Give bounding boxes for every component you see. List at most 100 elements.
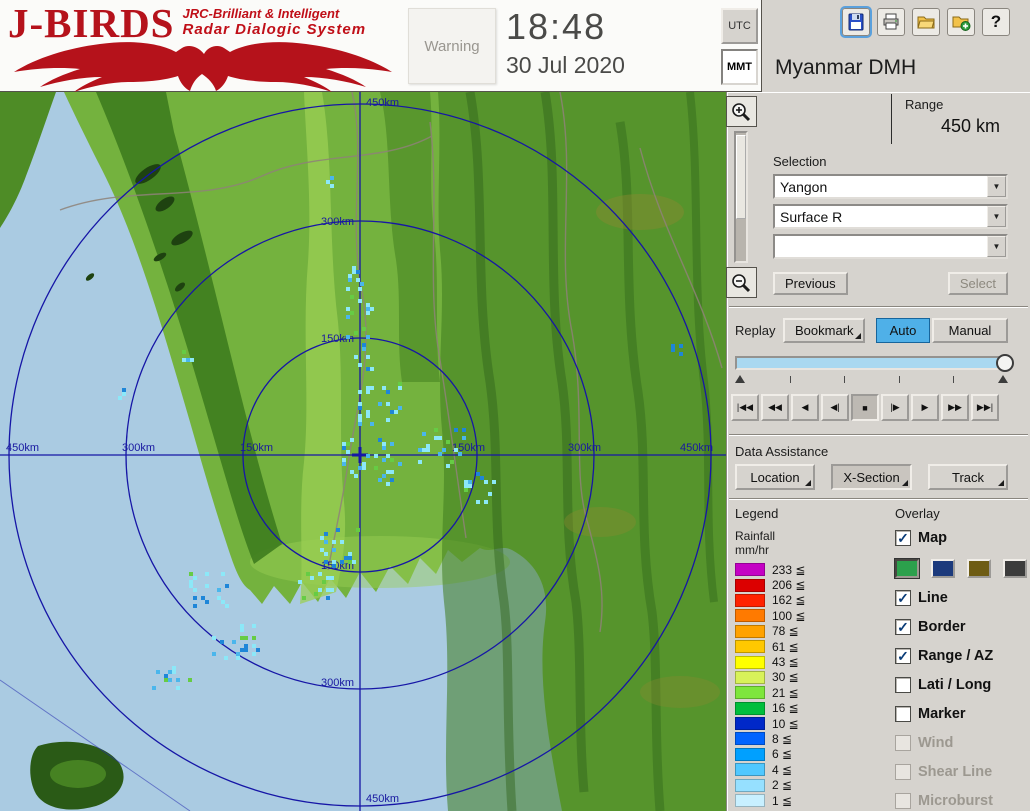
legend-title: Legend — [735, 506, 779, 521]
range-ring-label: 450km — [6, 442, 39, 454]
legend-row: 6 ≦ — [735, 747, 887, 762]
legend-color-swatch — [735, 609, 765, 623]
checkbox — [895, 764, 911, 780]
x-section-button[interactable]: X-Section — [831, 464, 912, 490]
import-image-button[interactable] — [947, 8, 975, 36]
overlay-label: Line — [918, 590, 948, 606]
clock-time: 18:48 — [506, 6, 607, 47]
warning-indicator[interactable]: Warning — [408, 8, 496, 84]
checkbox[interactable]: ✓ — [895, 648, 911, 664]
map-color-swatch-1[interactable] — [931, 558, 955, 578]
legend-row: 162 ≦ — [735, 593, 887, 608]
legend-value: 1 ≦ — [772, 793, 793, 808]
step-forward-button[interactable]: |▶ — [881, 394, 909, 421]
header: J-BIRDS JRC-Brilliant & Intelligent Rada… — [0, 0, 1030, 92]
overlay-label: Border — [918, 619, 966, 635]
overlay-item-border[interactable]: ✓ Border — [895, 616, 1028, 638]
map-color-swatch-0[interactable] — [894, 557, 920, 579]
legend-value: 10 ≦ — [772, 716, 799, 731]
separator — [729, 306, 1028, 308]
timeline-thumb[interactable] — [996, 354, 1014, 372]
legend-row: 100 ≦ — [735, 608, 887, 623]
separator — [729, 434, 1028, 436]
option-dropdown-button[interactable]: ▼ — [987, 236, 1006, 257]
save-button[interactable] — [840, 6, 872, 38]
utc-button[interactable]: UTC — [721, 8, 758, 44]
legend-row: 30 ≦ — [735, 670, 887, 685]
data-assistance-label: Data Assistance — [735, 444, 829, 459]
legend-value: 6 ≦ — [772, 747, 793, 762]
stop-button[interactable]: ■ — [851, 394, 879, 421]
legend-row: 206 ≦ — [735, 577, 887, 592]
overlay-item-range-az[interactable]: ✓ Range / AZ — [895, 645, 1028, 667]
logo-subtitle-line2: Radar Dialogic System — [182, 21, 367, 38]
mmt-button[interactable]: MMT — [721, 49, 758, 85]
replay-timeline-slider[interactable] — [735, 354, 1014, 372]
zoom-in-icon — [732, 102, 751, 121]
manual-mode-button[interactable]: Manual — [932, 318, 1008, 343]
map-color-swatch-3[interactable] — [1003, 558, 1027, 578]
checkbox[interactable]: ✓ — [895, 590, 911, 606]
play-button[interactable]: ▶ — [911, 394, 939, 421]
help-button[interactable]: ? — [982, 8, 1010, 36]
logo: J-BIRDS JRC-Brilliant & Intelligent Rada… — [8, 2, 400, 92]
legend-color-swatch — [735, 670, 765, 684]
product-dropdown[interactable]: Surface R ▼ — [773, 204, 1008, 229]
skip-to-start-button[interactable]: |◀◀ — [731, 394, 759, 421]
previous-button[interactable]: Previous — [773, 272, 848, 295]
checkbox[interactable]: ✓ — [895, 530, 911, 546]
checkbox[interactable]: ✓ — [895, 619, 911, 635]
zoom-in-button[interactable] — [725, 96, 757, 127]
product-dropdown-button[interactable]: ▼ — [987, 206, 1006, 227]
menu-corner-icon — [855, 333, 861, 339]
legend-unit-line2: mm/hr — [735, 543, 769, 557]
menu-corner-icon — [998, 480, 1004, 486]
print-icon — [883, 13, 899, 30]
step-back-button[interactable]: ◀| — [821, 394, 849, 421]
range-ring-label: 300km — [321, 677, 354, 689]
legend-value: 8 ≦ — [772, 731, 793, 746]
open-folder-button[interactable] — [912, 8, 940, 36]
selection-label: Selection — [773, 154, 827, 169]
map-color-swatch-2[interactable] — [967, 558, 991, 578]
overlay-item-line[interactable]: ✓ Line — [895, 587, 1028, 609]
zoom-slider[interactable] — [734, 131, 748, 263]
play-reverse-button[interactable]: ◀ — [791, 394, 819, 421]
legend-row: 4 ≦ — [735, 762, 887, 777]
overlay-item-lati-long[interactable]: Lati / Long — [895, 674, 1028, 696]
radar-map[interactable]: 450km 300km 150km 150km 300km 450km 450km 300km… — [0, 92, 726, 811]
skip-to-end-button[interactable]: ▶▶| — [971, 394, 999, 421]
zoom-slider-thumb[interactable] — [736, 135, 746, 219]
fast-rewind-button[interactable]: ◀◀ — [761, 394, 789, 421]
location-button[interactable]: Location — [735, 464, 815, 490]
legend-row: 1 ≦ — [735, 793, 887, 808]
overlay-item-map[interactable]: ✓ Map — [895, 527, 1028, 549]
option-dropdown[interactable]: ▼ — [773, 234, 1008, 259]
checkbox[interactable] — [895, 706, 911, 722]
zoom-out-button[interactable] — [725, 267, 757, 298]
range-divider — [891, 94, 892, 144]
auto-mode-button[interactable]: Auto — [876, 318, 930, 343]
tick-start-icon — [735, 375, 745, 383]
legend-color-swatch — [735, 563, 765, 577]
menu-corner-icon — [901, 480, 908, 486]
overlay-item-shear-line: Shear Line — [895, 761, 1028, 783]
overlay-label: Microburst — [918, 793, 993, 809]
overlay-label: Marker — [918, 706, 966, 722]
main: 450km 300km 150km 150km 300km 450km 450km 300km… — [0, 92, 1030, 811]
range-ring-label: 450km — [366, 793, 399, 805]
checkbox[interactable] — [895, 677, 911, 693]
site-dropdown-button[interactable]: ▼ — [987, 176, 1006, 197]
track-button[interactable]: Track — [928, 464, 1008, 490]
legend-row: 16 ≦ — [735, 701, 887, 716]
select-button[interactable]: Select — [947, 272, 1008, 295]
range-ring-label: 150km — [240, 442, 273, 454]
legend-color-swatch — [735, 747, 765, 761]
overlay-item-marker[interactable]: Marker — [895, 703, 1028, 725]
legend-color-swatch — [735, 624, 765, 638]
print-button[interactable] — [877, 8, 905, 36]
fast-forward-button[interactable]: ▶▶ — [941, 394, 969, 421]
legend-unit-line1: Rainfall — [735, 529, 776, 543]
site-dropdown[interactable]: Yangon ▼ — [773, 174, 1008, 199]
bookmark-button[interactable]: Bookmark — [783, 318, 865, 343]
